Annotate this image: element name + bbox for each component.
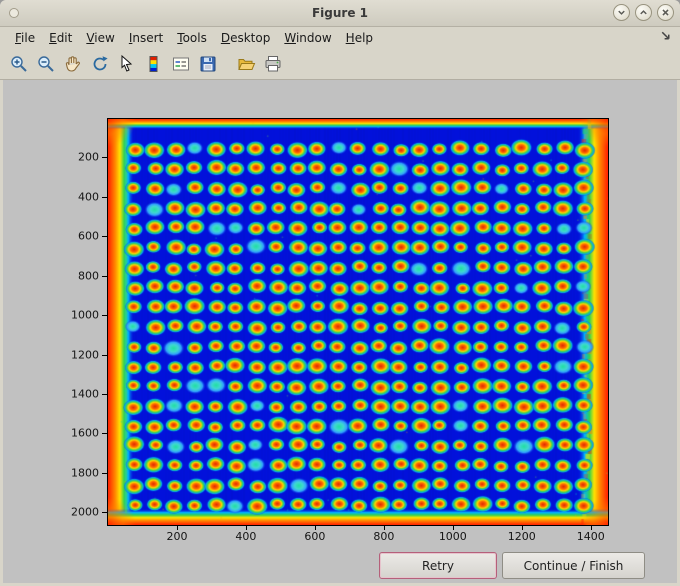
y-tick-label: 1800 — [71, 466, 99, 480]
menu-help[interactable]: Help — [339, 28, 380, 48]
window-title: Figure 1 — [311, 6, 369, 20]
insert-colorbar-button[interactable] — [141, 52, 166, 77]
pan-button[interactable] — [60, 52, 85, 77]
zoom-in-icon — [10, 56, 27, 72]
x-tick-label: 1000 — [438, 530, 467, 543]
y-tick-label: 1200 — [71, 348, 99, 361]
rotate-3d-button[interactable] — [87, 52, 112, 77]
chevron-down-icon — [618, 10, 625, 15]
close-button[interactable] — [657, 4, 674, 21]
zoom-out-icon — [37, 56, 54, 72]
menu-tools[interactable]: Tools — [170, 28, 214, 48]
window-controls — [613, 4, 674, 21]
y-tick-label: 800 — [78, 269, 99, 283]
menu-insert[interactable]: Insert — [122, 28, 170, 48]
zoom-out-button[interactable] — [33, 52, 58, 77]
x-tick-label: 1400 — [576, 530, 605, 543]
dock-arrow-icon — [661, 31, 670, 40]
close-icon — [662, 9, 669, 16]
chevron-up-icon — [640, 10, 647, 15]
save-icon — [200, 56, 215, 72]
matlab-figure-window: Figure 1 File Edit View Insert Tools Des… — [0, 0, 680, 586]
print-button[interactable] — [260, 52, 285, 77]
title-bar[interactable]: Figure 1 — [0, 0, 680, 27]
data-cursor-icon — [121, 54, 132, 72]
y-tick-label: 1000 — [71, 308, 99, 322]
y-tick-label: 1600 — [71, 426, 99, 440]
figure-canvas-area: 200 400 600 800 1000 1200 1400 1600 1800 2000 200… — [3, 80, 677, 583]
insert-legend-button[interactable] — [168, 52, 193, 77]
menu-file[interactable]: File — [8, 28, 42, 48]
open-folder-button[interactable] — [233, 52, 258, 77]
dock-figure-button[interactable] — [657, 29, 673, 45]
y-tick-label: 400 — [78, 190, 99, 204]
retry-button[interactable]: Retry — [379, 552, 497, 579]
minimize-button[interactable] — [613, 4, 630, 21]
microarray-canvas[interactable] — [108, 119, 608, 525]
x-tick-label: 200 — [166, 530, 188, 543]
y-axis-labels: 200 400 600 800 1000 1200 1400 1600 1800 2000 — [3, 118, 99, 524]
maximize-button[interactable] — [635, 4, 652, 21]
x-tick-label: 1200 — [507, 530, 536, 543]
save-button[interactable] — [195, 52, 220, 77]
rotate-3d-icon — [93, 56, 108, 71]
y-tick-label: 2000 — [71, 505, 99, 519]
insert-colorbar-icon — [149, 56, 157, 72]
continue-finish-button[interactable]: Continue / Finish — [502, 552, 645, 579]
print-icon — [265, 56, 280, 72]
pan-hand-icon — [65, 56, 80, 72]
open-folder-icon — [237, 59, 255, 70]
figure-toolbar — [0, 49, 680, 80]
data-cursor-button[interactable] — [114, 52, 139, 77]
menu-bar: File Edit View Insert Tools Desktop Wind… — [0, 26, 680, 49]
plot-area — [107, 118, 609, 526]
y-tick-label: 1400 — [71, 387, 99, 401]
x-tick-label: 400 — [235, 530, 257, 543]
menu-edit[interactable]: Edit — [42, 28, 79, 48]
menu-view[interactable]: View — [79, 28, 121, 48]
insert-legend-icon — [172, 57, 189, 71]
x-tick-label: 600 — [304, 530, 326, 543]
toolbar-separator — [222, 64, 231, 65]
x-axis-labels: 200 400 600 800 1000 1200 1400 — [108, 530, 608, 544]
menu-window[interactable]: Window — [277, 28, 338, 48]
zoom-in-button[interactable] — [6, 52, 31, 77]
menu-desktop[interactable]: Desktop — [214, 28, 278, 48]
y-tick-label: 600 — [78, 229, 99, 243]
y-tick-label: 200 — [78, 150, 99, 164]
x-tick-label: 800 — [373, 530, 395, 543]
